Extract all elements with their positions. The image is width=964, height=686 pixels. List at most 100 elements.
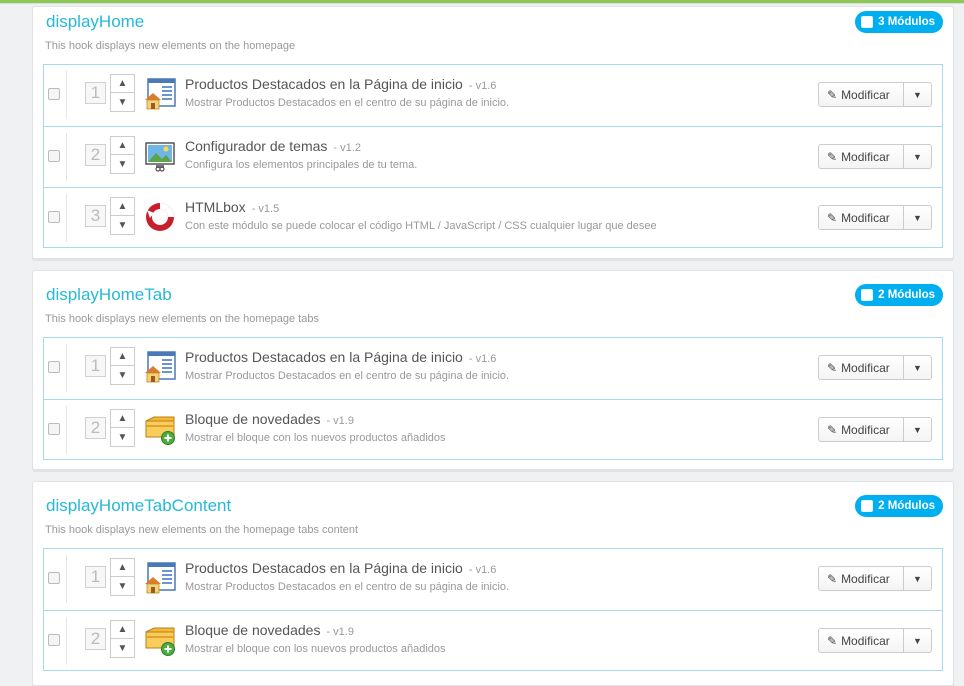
edit-button-label: Modificar [841, 633, 890, 648]
move-up-icon[interactable]: ▲ [110, 558, 135, 577]
hook-panel-displayhometabcontent: displayHomeTabContent This hook displays… [32, 481, 954, 686]
module-list: 1 ▲ ▼ Productos Destacados en la Página … [43, 548, 943, 671]
module-description: Mostrar el bloque con los nuevos product… [185, 643, 446, 655]
module-checkbox[interactable] [48, 211, 60, 223]
module-checkbox[interactable] [48, 423, 60, 435]
module-checkbox[interactable] [48, 150, 60, 162]
move-down-icon[interactable]: ▼ [110, 93, 135, 112]
dropdown-toggle[interactable]: ▼ [904, 355, 932, 380]
position-arrows: ▲ ▼ [110, 347, 135, 385]
move-up-icon[interactable]: ▲ [110, 136, 135, 155]
caret-down-icon: ▼ [913, 635, 922, 646]
module-version: - v1.9 [326, 626, 354, 638]
edit-button[interactable]: ✎ Modificar [818, 82, 904, 107]
move-down-icon[interactable]: ▼ [110, 216, 135, 235]
module-count-badge[interactable]: 2 Módulos [855, 495, 943, 517]
drag-handle[interactable] [66, 133, 67, 181]
hook-title: displayHomeTab [46, 285, 172, 304]
dropdown-toggle[interactable]: ▼ [904, 566, 932, 591]
featured-products-icon [145, 78, 176, 110]
hook-description: This hook displays new elements on the h… [45, 313, 319, 325]
module-name: Bloque de novedades [185, 622, 321, 638]
drag-handle[interactable] [66, 194, 67, 242]
module-count-badge[interactable]: 3 Módulos [855, 11, 943, 33]
edit-button-group: ✎ Modificar ▼ [818, 82, 932, 107]
dropdown-toggle[interactable]: ▼ [904, 205, 932, 230]
move-down-icon[interactable]: ▼ [110, 639, 135, 658]
caret-down-icon: ▼ [913, 573, 922, 584]
pencil-icon: ✎ [827, 571, 838, 586]
move-down-icon[interactable]: ▼ [110, 428, 135, 447]
edit-button[interactable]: ✎ Modificar [818, 628, 904, 653]
edit-button-group: ✎ Modificar ▼ [818, 566, 932, 591]
drag-handle[interactable] [66, 344, 67, 392]
position-arrows: ▲ ▼ [110, 136, 135, 174]
module-description: Mostrar Productos Destacados en el centr… [185, 370, 510, 382]
drag-handle[interactable] [66, 617, 67, 665]
move-up-icon[interactable]: ▲ [110, 74, 135, 93]
move-down-icon[interactable]: ▼ [110, 155, 135, 174]
pencil-icon: ✎ [827, 87, 838, 102]
featured-products-icon [145, 562, 176, 594]
module-name: Bloque de novedades [185, 411, 321, 427]
position-arrows: ▲ ▼ [110, 558, 135, 596]
module-row: 2 ▲ ▼ Configurador de temas - v1.2 Config… [44, 126, 942, 187]
edit-button-group: ✎ Modificar ▼ [818, 417, 932, 442]
edit-button-group: ✎ Modificar ▼ [818, 144, 932, 169]
select-all-checkbox[interactable] [861, 500, 874, 512]
module-checkbox[interactable] [48, 572, 60, 584]
move-up-icon[interactable]: ▲ [110, 347, 135, 366]
select-all-checkbox[interactable] [861, 16, 874, 28]
move-down-icon[interactable]: ▼ [110, 577, 135, 596]
module-row: 1 ▲ ▼ Productos Destacados en la Página … [44, 65, 942, 126]
module-list: 1 ▲ ▼ Productos Destacados en la Página … [43, 64, 943, 248]
move-up-icon[interactable]: ▲ [110, 409, 135, 428]
move-up-icon[interactable]: ▲ [110, 620, 135, 639]
edit-button[interactable]: ✎ Modificar [818, 205, 904, 230]
hook-panel-displayhometab: displayHomeTab This hook displays new el… [32, 270, 954, 470]
drag-handle[interactable] [66, 71, 67, 119]
pencil-icon: ✎ [827, 360, 838, 375]
edit-button[interactable]: ✎ Modificar [818, 417, 904, 442]
edit-button-label: Modificar [841, 87, 890, 102]
position-arrows: ▲ ▼ [110, 409, 135, 447]
move-up-icon[interactable]: ▲ [110, 197, 135, 216]
module-count-label: 3 Módulos [878, 16, 935, 28]
module-name: Productos Destacados en la Página de ini… [185, 349, 463, 365]
new-products-box-icon [145, 627, 175, 656]
module-version: - v1.9 [326, 415, 354, 427]
module-name: HTMLbox [185, 199, 246, 215]
edit-button[interactable]: ✎ Modificar [818, 566, 904, 591]
dropdown-toggle[interactable]: ▼ [904, 82, 932, 107]
module-name-line: Bloque de novedades - v1.9 [185, 410, 354, 430]
caret-down-icon: ▼ [913, 424, 922, 435]
module-name-line: Productos Destacados en la Página de ini… [185, 75, 496, 95]
module-version: - v1.6 [468, 564, 497, 576]
module-row: 2 ▲ ▼ Bloque de novedades - v1.9 Mostrar … [44, 399, 942, 460]
module-row: 2 ▲ ▼ Bloque de novedades - v1.9 Mostrar … [44, 610, 942, 671]
dropdown-toggle[interactable]: ▼ [904, 417, 932, 442]
module-checkbox[interactable] [48, 361, 60, 373]
theme-configurator-icon [145, 142, 175, 172]
hook-title: displayHome [46, 12, 145, 31]
position-number: 2 [85, 628, 106, 650]
hook-panel-displayhome: displayHome This hook displays new eleme… [32, 6, 954, 259]
module-count-badge[interactable]: 2 Módulos [855, 284, 943, 306]
module-checkbox[interactable] [48, 88, 60, 100]
module-checkbox[interactable] [48, 634, 60, 646]
dropdown-toggle[interactable]: ▼ [904, 144, 932, 169]
module-description: Configura los elementos principales de t… [185, 159, 418, 171]
drag-handle[interactable] [66, 406, 67, 454]
edit-button-label: Modificar [841, 210, 890, 225]
drag-handle[interactable] [66, 555, 67, 603]
new-products-box-icon [145, 416, 175, 445]
edit-button[interactable]: ✎ Modificar [818, 355, 904, 380]
position-number: 1 [85, 566, 106, 588]
edit-button[interactable]: ✎ Modificar [818, 144, 904, 169]
hook-description: This hook displays new elements on the h… [45, 524, 359, 536]
module-name-line: Configurador de temas - v1.2 [185, 137, 361, 157]
dropdown-toggle[interactable]: ▼ [904, 628, 932, 653]
module-name: Productos Destacados en la Página de ini… [185, 560, 463, 576]
move-down-icon[interactable]: ▼ [110, 366, 135, 385]
select-all-checkbox[interactable] [861, 289, 874, 301]
